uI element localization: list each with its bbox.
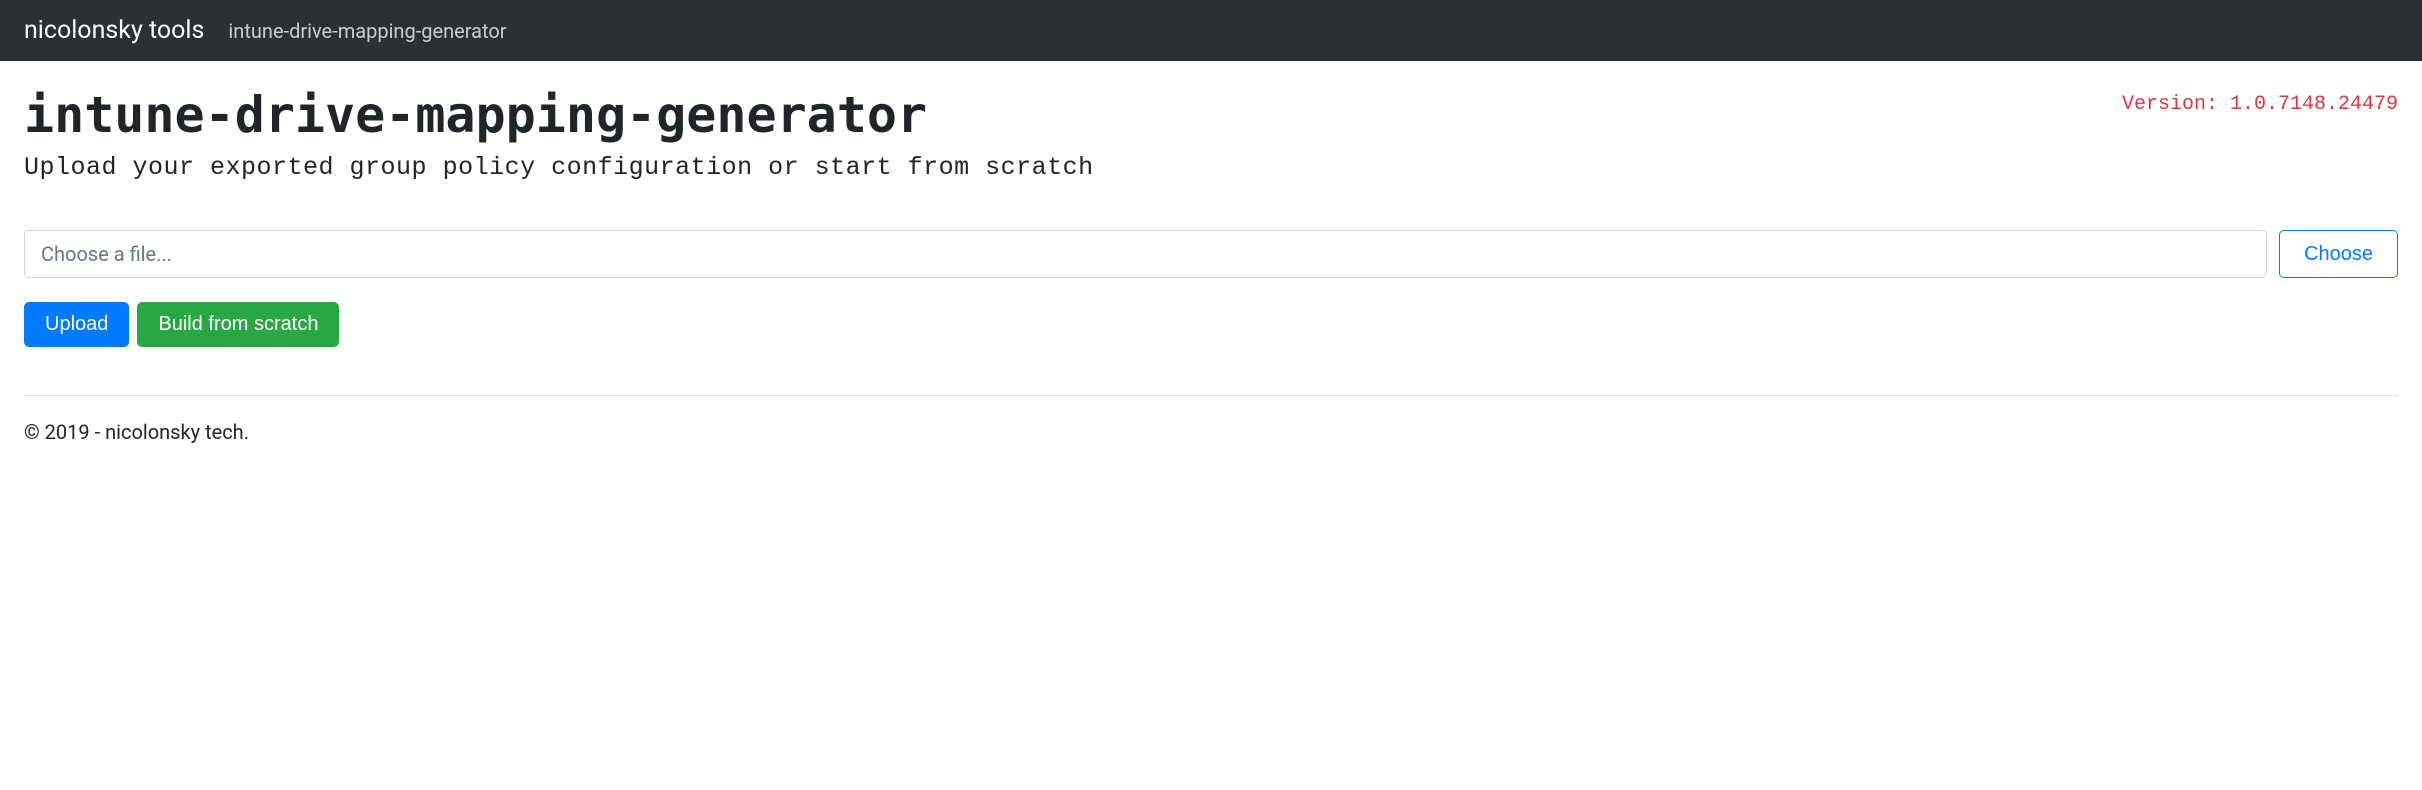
choose-button[interactable]: Choose bbox=[2279, 230, 2398, 278]
navbar-link-generator[interactable]: intune-drive-mapping-generator bbox=[228, 19, 506, 43]
version-label: Version: 1.0.7148.24479 bbox=[2122, 93, 2398, 116]
header-row: intune-drive-mapping-generator Version: … bbox=[24, 85, 2398, 145]
file-input-row: Choose a file... Choose bbox=[24, 230, 2398, 278]
upload-button[interactable]: Upload bbox=[24, 302, 129, 347]
file-input[interactable]: Choose a file... bbox=[24, 230, 2267, 278]
page-title: intune-drive-mapping-generator bbox=[24, 85, 927, 145]
page-subtitle: Upload your exported group policy config… bbox=[24, 153, 2398, 182]
navbar-brand[interactable]: nicolonsky tools bbox=[24, 16, 204, 45]
divider bbox=[24, 395, 2398, 396]
main-container: intune-drive-mapping-generator Version: … bbox=[0, 61, 2422, 468]
navbar: nicolonsky tools intune-drive-mapping-ge… bbox=[0, 0, 2422, 61]
build-from-scratch-button[interactable]: Build from scratch bbox=[137, 302, 339, 347]
action-button-row: Upload Build from scratch bbox=[24, 302, 2398, 347]
footer-text: © 2019 - nicolonsky tech. bbox=[24, 420, 2398, 444]
